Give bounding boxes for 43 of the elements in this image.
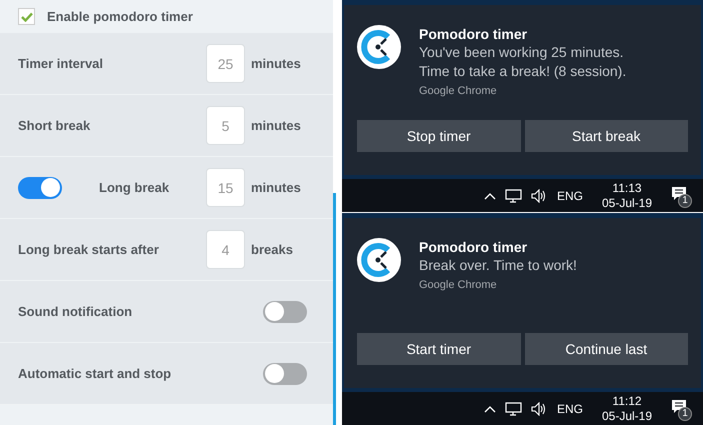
notification-button[interactable]: Start break (524, 120, 688, 152)
language-indicator[interactable]: ENG (556, 186, 583, 204)
setting-label: Short break (18, 116, 92, 135)
notification-message: Time to take a break! (8 session). (419, 62, 626, 81)
setting-label: Long break (99, 178, 170, 197)
clock-date: 05-Jul-19 (602, 408, 652, 424)
setting-label: Automatic start and stop (18, 364, 172, 383)
chevron-up-icon[interactable] (484, 192, 496, 200)
monitor-icon[interactable] (504, 402, 522, 416)
clock-time: 11:12 (612, 394, 642, 408)
checkmark-icon (20, 12, 32, 22)
checkbox[interactable] (18, 8, 35, 25)
clock-time: 11:13 (612, 180, 642, 196)
clock-date: 05-Jul-19 (602, 196, 652, 210)
unit-label: minutes (251, 54, 302, 73)
notification-count-badge: 1 (678, 406, 692, 420)
toggle-switch[interactable] (18, 176, 62, 198)
notification-count-badge: 1 (678, 194, 692, 208)
notification-button[interactable]: Stop timer (357, 120, 520, 152)
speaker-icon[interactable] (530, 188, 548, 202)
setting-label: Sound notification (18, 302, 134, 321)
toggle-switch[interactable] (263, 300, 307, 322)
monitor-icon[interactable] (504, 188, 522, 202)
toggle-switch[interactable] (263, 362, 307, 384)
notification-title: Pomodoro timer (419, 238, 528, 256)
speaker-icon[interactable] (530, 402, 548, 416)
clock-logo-icon (357, 25, 401, 69)
notification-message: Break over. Time to work! (419, 256, 577, 275)
language-indicator[interactable]: ENG (556, 400, 583, 418)
setting-label: Timer interval (18, 54, 104, 73)
notification-button[interactable]: Start timer (357, 333, 520, 365)
clock-logo-icon (357, 238, 401, 282)
unit-label: minutes (251, 116, 302, 135)
unit-label: breaks (251, 240, 294, 259)
chevron-up-icon[interactable] (484, 404, 496, 412)
checkbox-label: Enable pomodoro timer (47, 8, 193, 26)
notification-title: Pomodoro timer (419, 25, 528, 43)
notification-button[interactable]: Continue last (524, 333, 688, 365)
unit-label: minutes (251, 178, 302, 197)
notification-source: Google Chrome (419, 278, 498, 293)
notification-source: Google Chrome (419, 84, 498, 99)
setting-label: Long break starts after (18, 240, 160, 259)
notification-message: You've been working 25 minutes. (419, 43, 625, 62)
